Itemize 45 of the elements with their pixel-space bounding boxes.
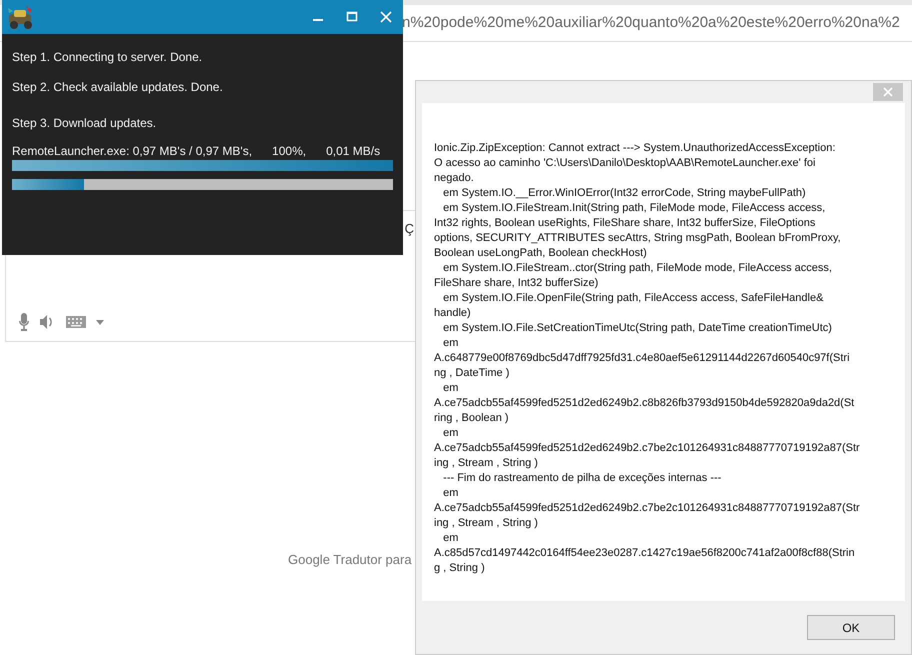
message-line: --- Fim do rastreamento de pilha de exceções internas --- — [442, 471, 722, 486]
keyboard-icon[interactable] — [66, 316, 86, 328]
footer-text: Google Tradutor para — [288, 552, 412, 567]
message-line: O acesso ao caminho 'C:\Users\Danilo\Desktop\AAB\RemoteLauncher.exe' foi — [434, 156, 816, 171]
caret-icon[interactable] — [96, 320, 104, 324]
message-line: Boolean useLongPath, Boolean checkHost) — [434, 246, 648, 261]
message-line: em System.IO.FileStream..ctor(String path, FileMode mode, FileAccess access, — [442, 261, 833, 276]
message-line: ing , Stream , String ) — [434, 516, 539, 531]
maximize-icon[interactable] — [345, 10, 359, 24]
ok-button[interactable]: OK — [807, 615, 895, 640]
panel-text: Ç — [404, 221, 414, 236]
step-text: Step 2. Check available updates. Done. — [12, 80, 224, 96]
message-line: em — [442, 486, 460, 501]
message-line: A.ce75adcb55af4599fed5251d2ed6249b2.c7be2c101264931c84887770719192a87(Str — [434, 441, 861, 456]
message-line: Int32 rights, Boolean useRights, FileShare share, Int32 bufferSize, FileOptions — [434, 216, 816, 231]
message-line: ring , Boolean ) — [434, 411, 510, 426]
message-line: em System.IO.File.OpenFile(String path, FileAccess access, SafeFileHandle& — [442, 291, 824, 306]
message-line: em System.IO.FileStream.Init(String path, FileMode mode, FileAccess access, — [442, 201, 826, 216]
message-line: options, SECURITY_ATTRIBUTES secAttrs, String msgPath, Boolean bFromProxy, — [434, 231, 842, 246]
message-line: A.c85d57cd1497442c0164ff54ee23e0287.c1427c19ae56f8200c741af2a00f8cf88(Strin — [434, 546, 856, 561]
message-line: em — [442, 381, 460, 396]
message-line: FileShare share, Int32 bufferSize) — [434, 276, 600, 291]
step-text: Step 1. Connecting to server. Done. — [12, 50, 204, 66]
step-text: Step 3. Download updates. — [12, 116, 158, 132]
message-line: Ionic.Zip.ZipException: Cannot extract ---> System.UnauthorizedAccessException: — [434, 141, 836, 156]
message-line: em — [442, 531, 460, 546]
microphone-icon[interactable] — [18, 313, 30, 331]
message-line: em System.IO.File.SetCreationTimeUtc(String path, DateTime creationTimeUtc) — [442, 321, 833, 336]
close-icon[interactable] — [379, 10, 393, 24]
message-line: em System.IO.__Error.WinIOError(Int32 errorCode, String maybeFullPath) — [442, 186, 807, 201]
message-line: A.c648779e00f8769dbc5d47dff7925fd31.c4e80aef5e61291144d2267d60540c97f(Stri — [434, 351, 851, 366]
close-icon — [883, 87, 893, 97]
status-text: RemoteLauncher.exe: 0,97 MB's / 0,97 MB's, — [12, 144, 252, 160]
status-text: 100%, — [272, 144, 306, 160]
message-line: negado. — [434, 171, 475, 186]
message-line: g , String ) — [434, 561, 486, 576]
message-line: handle) — [434, 306, 472, 321]
message-line: em — [442, 426, 460, 441]
message-line: A.ce75adcb55af4599fed5251d2ed6249b2.c7be2c101264931c84887770719192a87(Str — [434, 501, 861, 516]
message-line: em — [442, 336, 460, 351]
message-line: ing , Stream , String ) — [434, 456, 539, 471]
url-text: n%20pode%20me%20auxiliar%20quanto%20a%20este%20erro%20na%2 — [402, 14, 900, 31]
status-text: 0,01 MB/s — [326, 144, 380, 160]
message-line: ng , DateTime ) — [434, 366, 510, 381]
message-line: A.ce75adcb55af4599fed5251d2ed6249b2.c8b826fb3793d9150b4de592820a9da2d(St — [434, 396, 856, 411]
